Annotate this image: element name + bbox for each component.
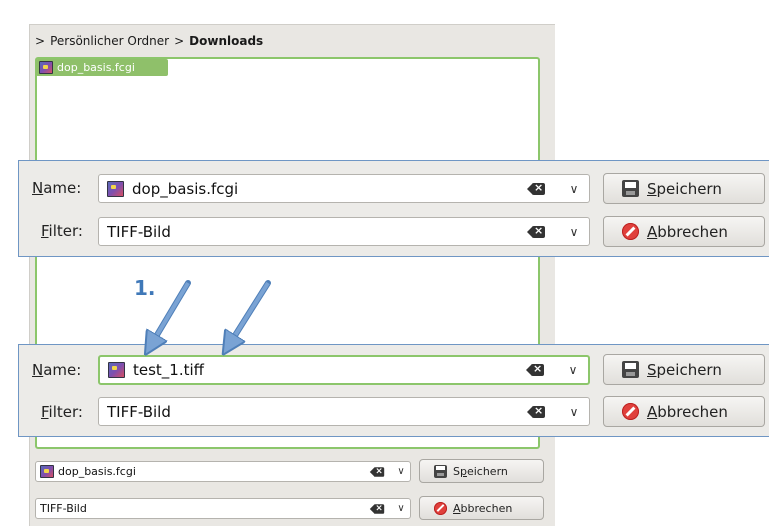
filename-field-small[interactable]: dop_basis.fcgi × ∨ [35, 461, 411, 482]
chevron-down-icon[interactable]: ∨ [394, 503, 408, 514]
clear-text-icon[interactable]: × [369, 465, 385, 477]
arrow-annotation [229, 281, 270, 345]
filter-value: TIFF-Bild [40, 502, 87, 515]
save-button-small[interactable]: Speichern [419, 459, 544, 483]
floppy-disk-icon [434, 464, 447, 478]
cancel-circle-icon [434, 501, 447, 515]
clear-text-icon[interactable]: × [369, 502, 385, 514]
cancel-button-small[interactable]: Abbrechen [419, 496, 544, 520]
filter-field-small[interactable]: TIFF-Bild × ∨ [35, 498, 411, 519]
arrow-annotation [151, 281, 190, 345]
annotation-arrows [0, 280, 271, 525]
filename-value: dop_basis.fcgi [58, 465, 136, 478]
image-file-icon [40, 465, 54, 478]
chevron-down-icon[interactable]: ∨ [394, 466, 408, 477]
